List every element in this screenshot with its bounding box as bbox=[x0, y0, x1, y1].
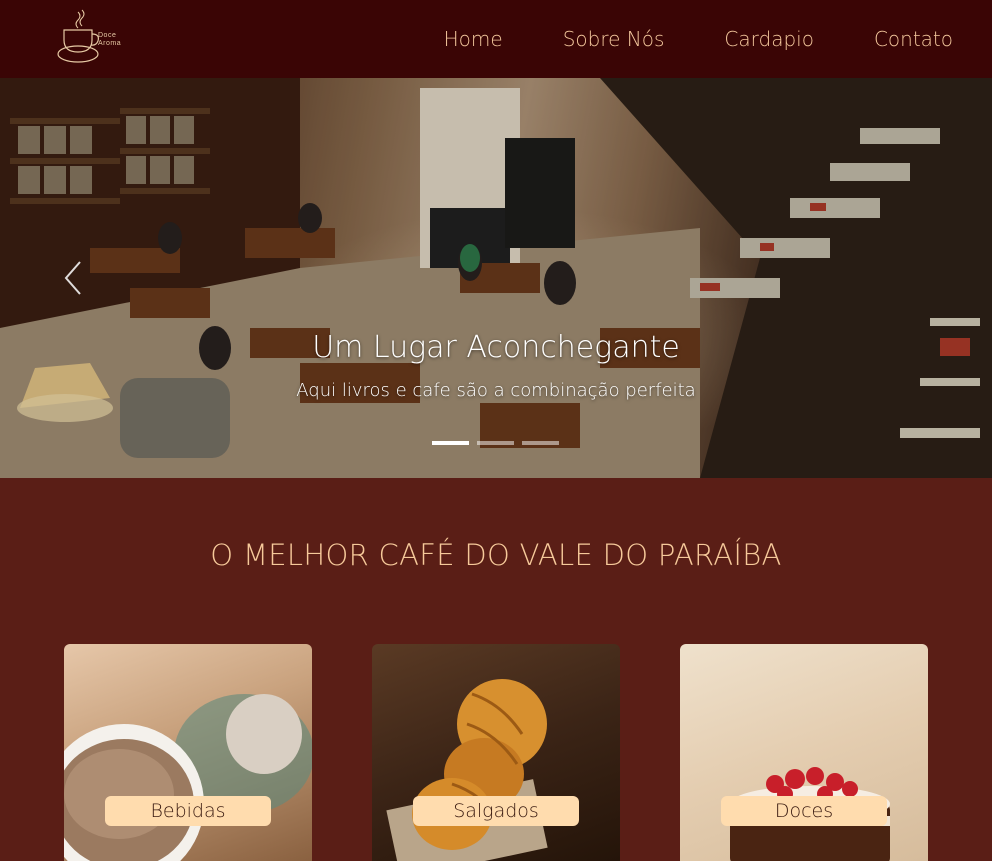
coffee-cup-image bbox=[64, 694, 312, 861]
category-card-salgados[interactable]: Salgados bbox=[372, 644, 620, 861]
carousel-prev-button[interactable] bbox=[60, 258, 90, 298]
nav-link-cardapio[interactable]: Cardapio bbox=[724, 27, 814, 51]
carousel-indicator-1[interactable] bbox=[432, 441, 469, 445]
brand-name-line2: Aroma bbox=[98, 40, 122, 47]
carousel-indicators bbox=[432, 441, 559, 445]
brand-logo[interactable]: Doce Aroma bbox=[56, 6, 128, 68]
hero-title: Um Lugar Aconchegante bbox=[312, 330, 680, 365]
croissant-image bbox=[386, 679, 548, 861]
cake-image bbox=[730, 767, 890, 861]
category-card-doces[interactable]: Doces bbox=[680, 644, 928, 861]
category-label-salgados: Salgados bbox=[413, 796, 579, 826]
carousel-indicator-3[interactable] bbox=[522, 441, 559, 445]
hero-carousel: Um Lugar Aconchegante Aqui livros e cafe… bbox=[0, 78, 992, 478]
category-label-doces: Doces bbox=[721, 796, 887, 826]
carousel-indicator-2[interactable] bbox=[477, 441, 514, 445]
chevron-left-icon bbox=[64, 261, 81, 295]
brand-name-line1: Doce bbox=[98, 32, 117, 39]
hero-subtitle: Aqui livros e cafe são a combinação perf… bbox=[296, 380, 696, 401]
nav-link-sobre-nos[interactable]: Sobre Nós bbox=[563, 27, 665, 51]
nav-link-home[interactable]: Home bbox=[444, 27, 503, 51]
nav-link-contato[interactable]: Contato bbox=[874, 27, 953, 51]
section-title: O MELHOR CAFÉ DO VALE DO PARAÍBA bbox=[210, 538, 782, 572]
nav-links: Home Sobre Nós Cardapio Contato bbox=[424, 0, 992, 78]
category-label-bebidas: Bebidas bbox=[105, 796, 271, 826]
brand-name: Doce Aroma bbox=[98, 32, 121, 48]
category-card-bebidas[interactable]: Bebidas bbox=[64, 644, 312, 861]
navbar: Doce Aroma Home Sobre Nós Cardapio Conta… bbox=[0, 0, 992, 78]
hero-overlay bbox=[0, 78, 992, 478]
